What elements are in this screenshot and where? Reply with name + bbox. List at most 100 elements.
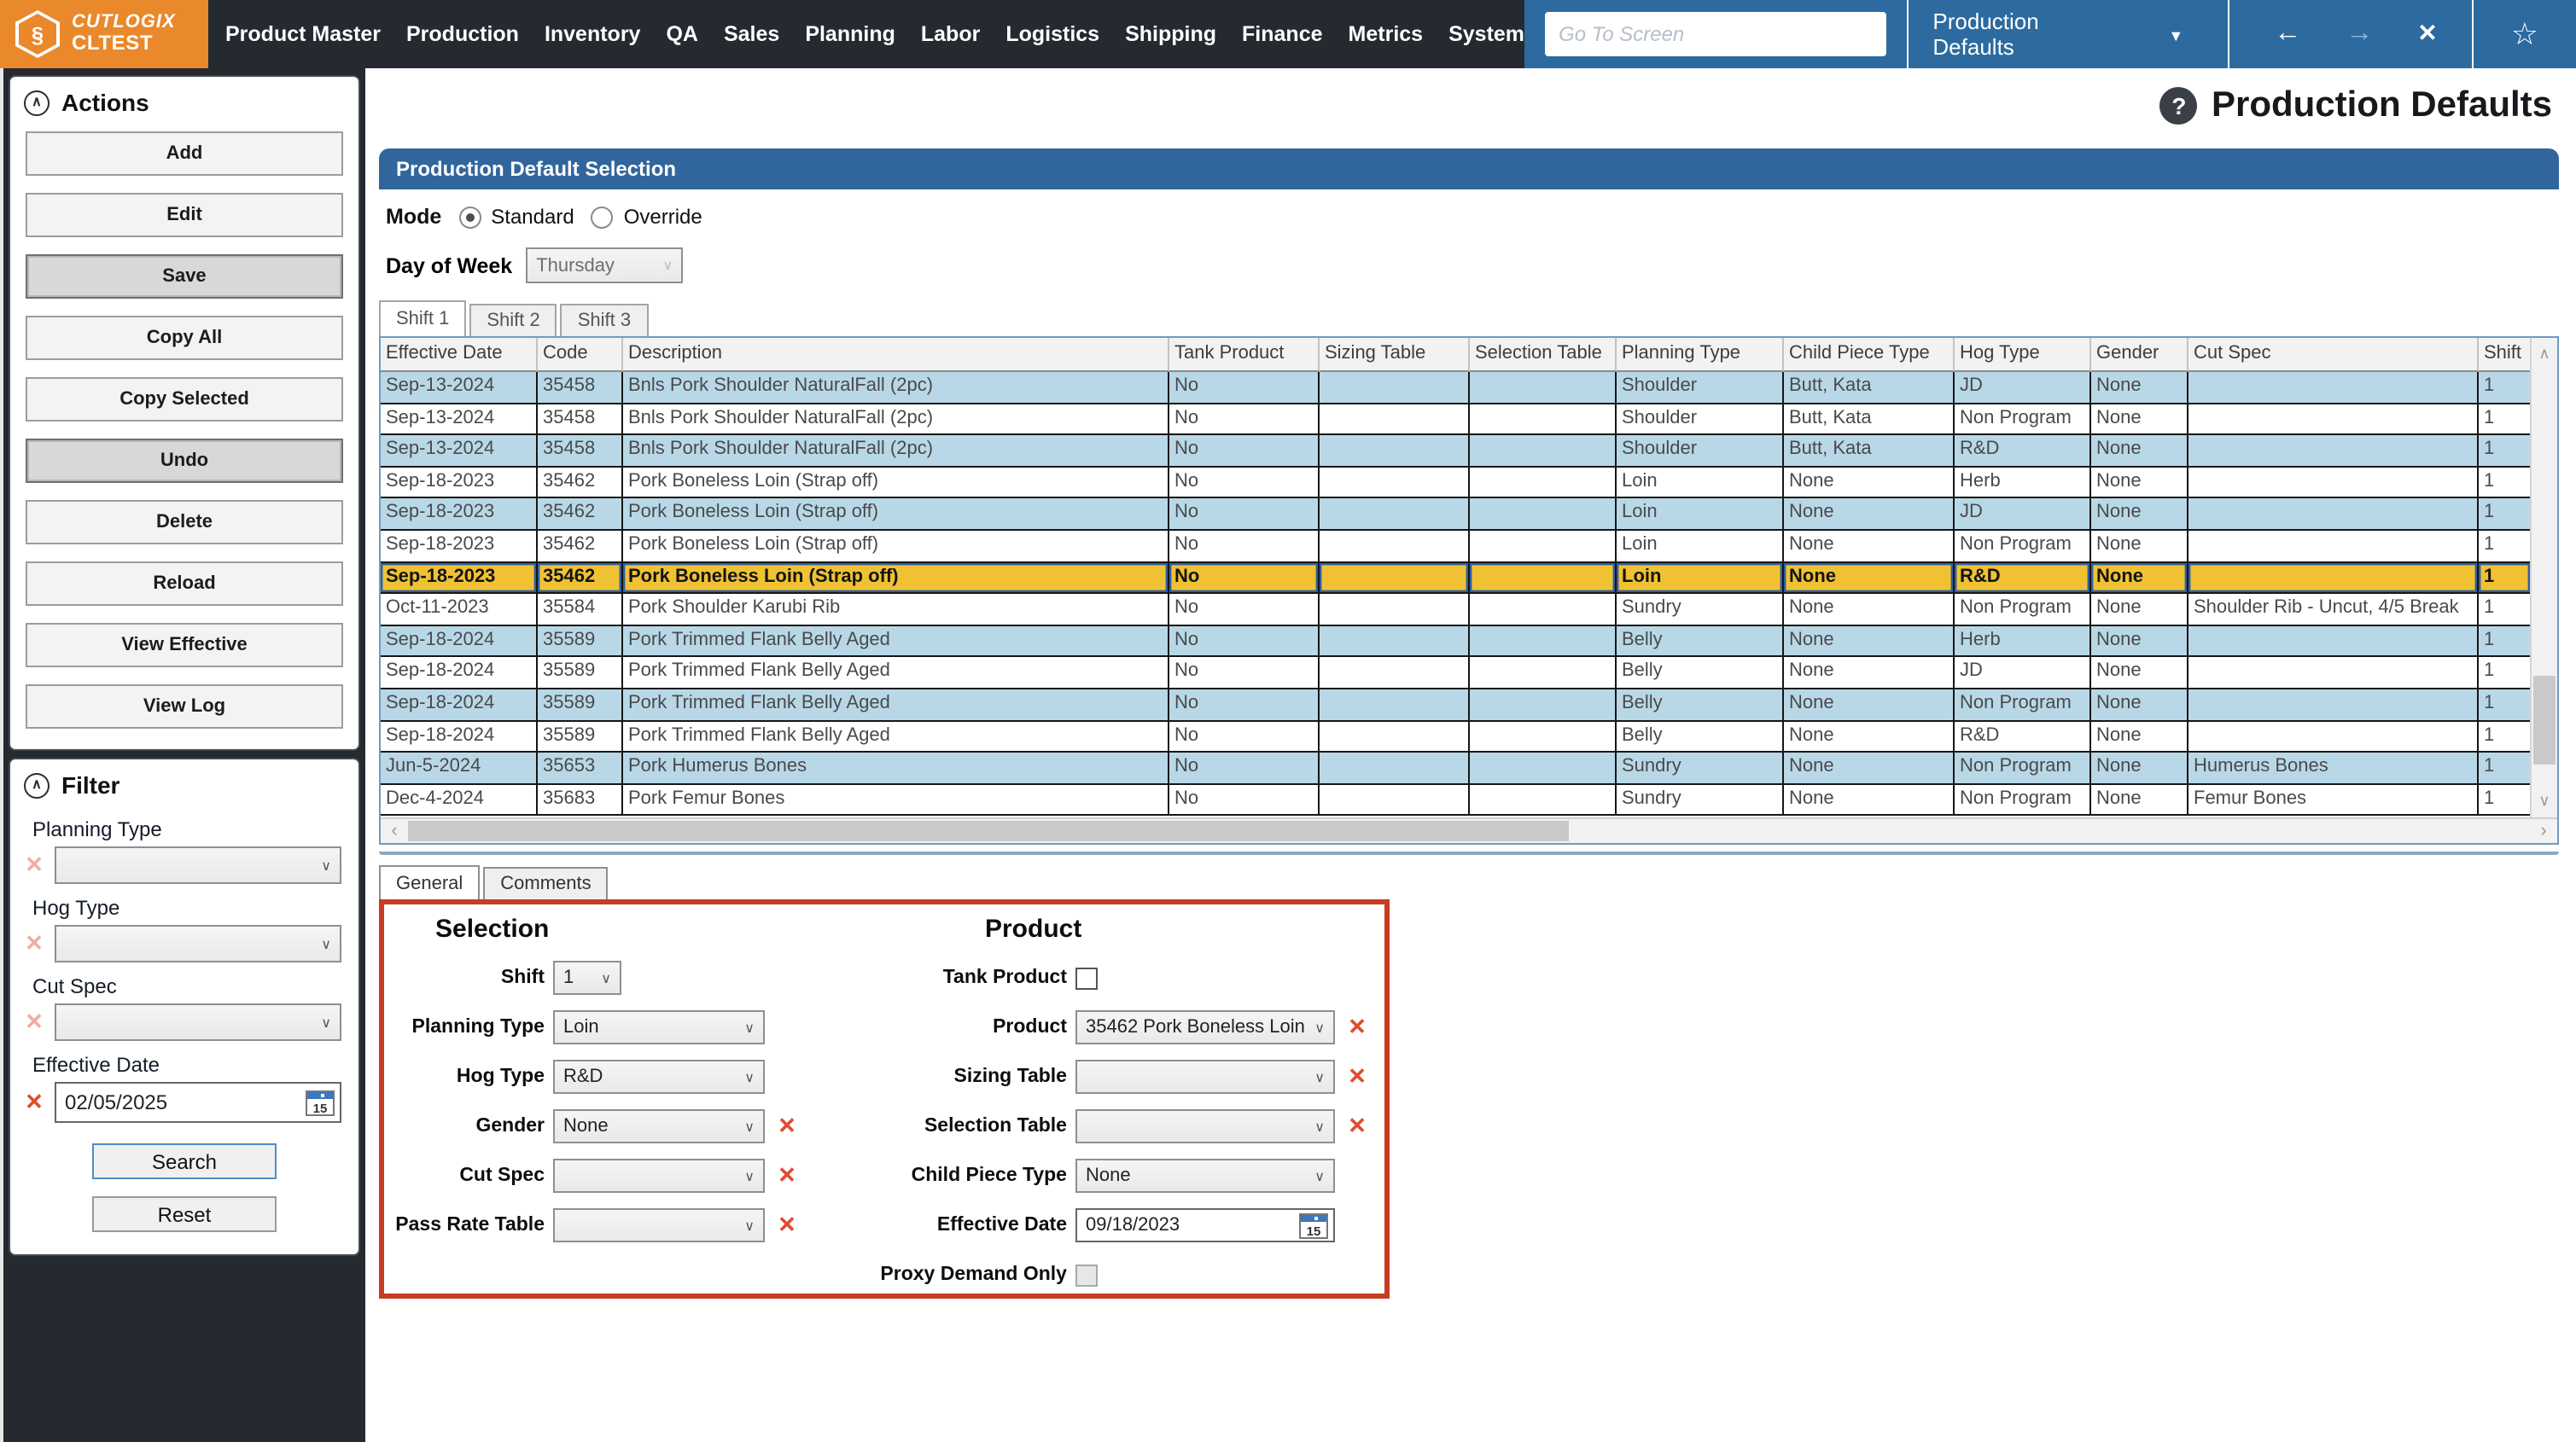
menu-item-planning[interactable]: Planning — [805, 22, 895, 46]
edit-button[interactable]: Edit — [26, 193, 343, 237]
selection-table-select[interactable] — [1075, 1109, 1335, 1143]
copy-selected-button[interactable]: Copy Selected — [26, 377, 343, 422]
scroll-left-icon[interactable] — [381, 819, 408, 843]
clear-planning-type-icon[interactable] — [22, 850, 46, 881]
scroll-right-icon[interactable] — [2530, 819, 2557, 843]
menu-item-system[interactable]: System — [1448, 22, 1524, 46]
menu-item-qa[interactable]: QA — [666, 22, 698, 46]
tab-shift-3[interactable]: Shift 3 — [561, 304, 648, 336]
table-row[interactable]: Sep-13-202435458Bnls Pork Shoulder Natur… — [381, 372, 2557, 404]
go-to-screen-input[interactable] — [1545, 12, 1886, 56]
column-header-effective-date[interactable]: Effective Date — [381, 338, 538, 372]
filter-planning-type-select[interactable] — [55, 846, 341, 884]
clear-effective-date-icon[interactable] — [22, 1087, 46, 1118]
sizing-table-select[interactable] — [1075, 1060, 1335, 1094]
table-row[interactable]: Sep-18-202335462Pork Boneless Loin (Stra… — [381, 468, 2557, 499]
actions-panel-header[interactable]: Actions — [10, 77, 358, 123]
vertical-scroll-thumb[interactable] — [2533, 676, 2556, 765]
add-button[interactable]: Add — [26, 131, 343, 176]
tab-comments[interactable]: Comments — [483, 867, 608, 899]
scroll-up-icon[interactable] — [2532, 341, 2557, 367]
view-effective-button[interactable]: View Effective — [26, 623, 343, 667]
back-arrow-icon[interactable] — [2274, 20, 2301, 48]
table-row[interactable]: Oct-11-202335584Pork Shoulder Karubi Rib… — [381, 594, 2557, 625]
screen-selector[interactable]: Production Defaults — [1909, 9, 2207, 60]
child-piece-type-select[interactable]: None — [1075, 1159, 1335, 1193]
radio-override[interactable] — [592, 206, 614, 228]
filter-effective-date-input[interactable]: 02/05/2025 15 — [55, 1082, 341, 1123]
table-row[interactable]: Sep-18-202435589Pork Trimmed Flank Belly… — [381, 626, 2557, 658]
app-logo[interactable]: CUTLOGIX CLTEST — [0, 0, 208, 68]
pass-rate-table-select[interactable] — [553, 1208, 765, 1242]
view-log-button[interactable]: View Log — [26, 684, 343, 729]
horizontal-scroll-thumb[interactable] — [408, 821, 1569, 841]
column-header-gender[interactable]: Gender — [2091, 338, 2188, 372]
clear-cut-spec-icon[interactable] — [775, 1160, 799, 1191]
menu-item-sales[interactable]: Sales — [724, 22, 779, 46]
calendar-icon[interactable]: 15 — [1299, 1212, 1328, 1238]
clear-sizing-table-icon[interactable] — [1345, 1061, 1369, 1092]
menu-item-metrics[interactable]: Metrics — [1349, 22, 1424, 46]
table-row[interactable]: Jun-5-202435653Pork Humerus BonesNoSundr… — [381, 753, 2557, 784]
table-row[interactable]: Sep-18-202335462Pork Boneless Loin (Stra… — [381, 499, 2557, 531]
save-button[interactable]: Save — [26, 254, 343, 299]
shift-select[interactable]: 1 — [553, 961, 621, 995]
clear-gender-icon[interactable] — [775, 1111, 799, 1142]
table-row[interactable]: Sep-18-202435589Pork Trimmed Flank Belly… — [381, 658, 2557, 689]
planning-type-select[interactable]: Loin — [553, 1010, 765, 1044]
search-button[interactable]: Search — [92, 1143, 277, 1179]
cut-spec-select[interactable] — [553, 1159, 765, 1193]
column-header-hog-type[interactable]: Hog Type — [1955, 338, 2091, 372]
menu-item-inventory[interactable]: Inventory — [545, 22, 641, 46]
table-row[interactable]: Dec-4-202435683Pork Femur BonesNoSundryN… — [381, 784, 2557, 816]
tank-product-checkbox[interactable] — [1075, 967, 1098, 989]
horizontal-scrollbar[interactable] — [381, 817, 2557, 843]
menu-item-logistics[interactable]: Logistics — [1005, 22, 1099, 46]
table-row[interactable]: Sep-18-202435589Pork Trimmed Flank Belly… — [381, 721, 2557, 753]
menu-item-product-master[interactable]: Product Master — [225, 22, 381, 46]
menu-item-finance[interactable]: Finance — [1242, 22, 1323, 46]
hog-type-select[interactable]: R&D — [553, 1060, 765, 1094]
effective-date-input[interactable]: 09/18/2023 15 — [1075, 1208, 1335, 1242]
gender-select[interactable]: None — [553, 1109, 765, 1143]
help-icon[interactable] — [2160, 87, 2198, 125]
product-select[interactable]: 35462 Pork Boneless Loin (S — [1075, 1010, 1335, 1044]
scroll-down-icon[interactable] — [2532, 788, 2557, 814]
column-header-sizing-table[interactable]: Sizing Table — [1320, 338, 1470, 372]
collapse-chevron-icon[interactable] — [24, 772, 50, 798]
forward-arrow-icon[interactable] — [2346, 20, 2373, 48]
day-of-week-select[interactable]: Thursday — [526, 247, 683, 283]
table-row[interactable]: Sep-13-202435458Bnls Pork Shoulder Natur… — [381, 435, 2557, 467]
tab-general[interactable]: General — [379, 865, 480, 899]
column-header-selection-table[interactable]: Selection Table — [1470, 338, 1617, 372]
close-icon[interactable] — [2417, 20, 2437, 48]
table-row[interactable]: Sep-13-202435458Bnls Pork Shoulder Natur… — [381, 404, 2557, 435]
clear-cut-spec-icon[interactable] — [22, 1007, 46, 1038]
vertical-scrollbar[interactable] — [2530, 338, 2557, 817]
filter-hog-type-select[interactable] — [55, 925, 341, 962]
table-row-selected[interactable]: Sep-18-202335462Pork Boneless Loin (Stra… — [381, 562, 2557, 594]
reset-button[interactable]: Reset — [92, 1196, 277, 1232]
table-row[interactable]: Sep-18-202335462Pork Boneless Loin (Stra… — [381, 531, 2557, 562]
menu-item-labor[interactable]: Labor — [921, 22, 980, 46]
favorite-star-icon[interactable] — [2511, 18, 2576, 50]
column-header-planning-type[interactable]: Planning Type — [1617, 338, 1784, 372]
table-row[interactable]: Sep-18-202435589Pork Trimmed Flank Belly… — [381, 689, 2557, 721]
filter-cut-spec-select[interactable] — [55, 1003, 341, 1041]
clear-hog-type-icon[interactable] — [22, 928, 46, 959]
undo-button[interactable]: Undo — [26, 439, 343, 483]
column-header-tank-product[interactable]: Tank Product — [1169, 338, 1320, 372]
column-header-cut-spec[interactable]: Cut Spec — [2188, 338, 2479, 372]
menu-item-shipping[interactable]: Shipping — [1125, 22, 1216, 46]
delete-button[interactable]: Delete — [26, 500, 343, 544]
column-header-shift[interactable]: Shift — [2479, 338, 2530, 372]
clear-selection-table-icon[interactable] — [1345, 1111, 1369, 1142]
column-header-description[interactable]: Description — [623, 338, 1169, 372]
column-header-child-piece-type[interactable]: Child Piece Type — [1784, 338, 1955, 372]
radio-standard[interactable] — [458, 206, 481, 228]
reload-button[interactable]: Reload — [26, 561, 343, 606]
filter-panel-header[interactable]: Filter — [10, 759, 358, 805]
tab-shift-1[interactable]: Shift 1 — [379, 300, 466, 336]
proxy-demand-only-checkbox[interactable] — [1075, 1264, 1098, 1286]
clear-product-icon[interactable] — [1345, 1012, 1369, 1043]
